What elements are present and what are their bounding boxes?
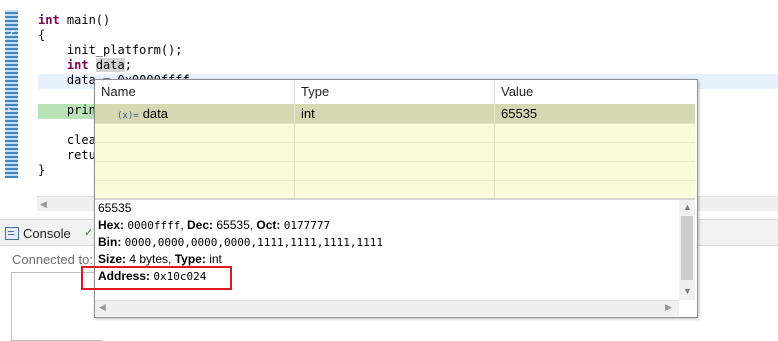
cell-empty	[295, 161, 495, 180]
code-line: }	[38, 163, 46, 177]
hex-value: 0000ffff	[127, 219, 181, 232]
scroll-up-icon[interactable]: ▲	[683, 202, 692, 212]
bin-value: 0000,0000,0000,0000,1111,1111,1111,1111	[124, 236, 383, 249]
check-icon[interactable]: ✓	[84, 226, 93, 239]
bin-label: Bin:	[98, 235, 122, 249]
size-label: Size:	[98, 252, 127, 266]
code-line: init_platform();	[38, 43, 183, 57]
cell-value: 65535	[501, 106, 538, 121]
scrollbar-thumb[interactable]	[681, 216, 693, 280]
cell-empty	[295, 180, 495, 199]
scroll-left-icon[interactable]: ◀	[99, 302, 106, 313]
code-line: {	[38, 28, 46, 42]
type-label: Type:	[174, 252, 206, 266]
details-horizontal-scrollbar[interactable]: ◀ ▶	[95, 300, 679, 316]
debug-pointer-icon: ›	[7, 105, 11, 116]
hex-label: Hex:	[98, 218, 125, 232]
variable-occurrence[interactable]: data	[95, 58, 125, 72]
cell-name: (x)= data	[95, 104, 295, 123]
size-value: 4 bytes,	[129, 252, 172, 266]
detail-value-text: 65535	[98, 201, 132, 215]
cell-empty	[95, 123, 295, 142]
column-header-type[interactable]: Type	[295, 80, 495, 104]
code-line: retu	[38, 148, 96, 162]
empty-row	[95, 123, 695, 143]
checkmark-icon: ✓	[7, 29, 16, 40]
scroll-down-icon[interactable]: ▼	[683, 286, 692, 296]
scroll-right-icon[interactable]: ▶	[665, 302, 672, 313]
variables-table: (x)= data int 65535	[95, 104, 695, 199]
tab-console-label: Console	[23, 225, 71, 241]
detail-formats: Hex: 0000ffff, Dec: 65535, Oct: 0177777	[98, 218, 331, 232]
dec-label: Dec:	[187, 218, 214, 232]
table-row[interactable]: (x)= data int 65535	[95, 104, 695, 124]
oct-value: 0177777	[283, 219, 331, 232]
tab-console[interactable]: Console	[5, 223, 71, 243]
code-line: clea	[38, 133, 96, 147]
cell-empty	[95, 142, 295, 161]
console-status-text: Connected to:	[12, 252, 93, 267]
oct-label: Oct:	[256, 218, 281, 232]
detail-binary: Bin: 0000,0000,0000,0000,1111,1111,1111,…	[98, 234, 383, 251]
code-line: prin	[38, 103, 96, 117]
cell-type: int	[295, 104, 495, 123]
scroll-left-icon[interactable]: ◀	[40, 197, 47, 211]
code-line: main()	[59, 13, 111, 27]
cell-empty	[295, 142, 495, 161]
table-header: Name Type Value	[95, 80, 695, 105]
cell-empty	[295, 123, 495, 142]
empty-row	[95, 161, 695, 181]
empty-row	[95, 180, 695, 199]
cell-empty	[95, 161, 295, 180]
details-vertical-scrollbar[interactable]: ▲ ▼	[679, 200, 695, 300]
empty-row	[95, 142, 695, 162]
dec-value: 65535	[216, 218, 250, 232]
address-highlight-box	[81, 266, 232, 290]
overview-ruler[interactable]: ✓ ›	[5, 10, 18, 178]
code-line: data	[38, 73, 96, 87]
column-header-name[interactable]: Name	[95, 80, 295, 104]
keyword: int	[38, 13, 60, 27]
cell-empty	[95, 180, 295, 199]
keyword: int	[66, 58, 89, 72]
variable-name: data	[142, 106, 168, 121]
code-punct: ;	[124, 58, 132, 72]
column-header-value[interactable]: Value	[495, 80, 695, 104]
detail-value: 65535	[98, 200, 131, 217]
type-value: int	[209, 252, 222, 266]
console-icon	[5, 226, 19, 240]
